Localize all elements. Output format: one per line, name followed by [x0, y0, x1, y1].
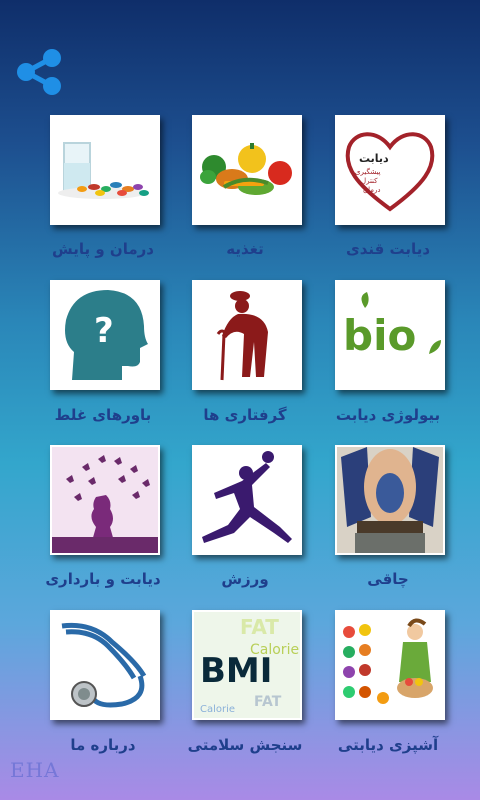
tile-label: درمان و پایش: [52, 240, 154, 258]
tile-label: تغذیه: [226, 240, 264, 258]
obese-man-icon: [337, 447, 443, 553]
elderly-man-icon: [216, 291, 268, 381]
bio-icon: bio: [343, 292, 441, 360]
tile-diabetes[interactable]: دیابت پیشگیری کنترل درمان: [335, 115, 445, 225]
menu-grid: دیابت پیشگیری کنترل درمان دیابت قندی تغذ…: [0, 0, 480, 800]
tile-complications[interactable]: [192, 280, 302, 390]
tile-cooking[interactable]: [335, 610, 445, 720]
tile-misconceptions[interactable]: ?: [50, 280, 160, 390]
tile-obesity[interactable]: [335, 445, 445, 555]
stethoscope-icon: [61, 622, 147, 708]
bmi-icon: FAT Calorie BMI FAT Calorie: [194, 612, 300, 718]
tile-treatment[interactable]: [50, 115, 160, 225]
jumpman-icon: [202, 451, 292, 543]
tile-label: آشپزی دیابتی: [337, 736, 439, 754]
svg-text:bio: bio: [343, 311, 416, 360]
tile-pregnancy[interactable]: [50, 445, 160, 555]
tile-label: دیابت قندی: [345, 240, 431, 258]
tile-nutrition[interactable]: [192, 115, 302, 225]
tile-biology[interactable]: bio: [335, 280, 445, 390]
svg-text:BMI: BMI: [200, 651, 272, 691]
svg-text:درمان: درمان: [363, 186, 381, 194]
tile-label: باورهای غلط: [54, 406, 152, 424]
tile-label: چاقی: [367, 570, 409, 588]
watermark: EHA: [10, 758, 60, 782]
tile-label: گرفتاری ها: [203, 406, 287, 424]
tile-health-measure[interactable]: FAT Calorie BMI FAT Calorie: [192, 610, 302, 720]
head-question-icon: ?: [65, 290, 148, 380]
tile-label: بیولوژی دیابت: [335, 406, 441, 424]
svg-text:کنترل: کنترل: [361, 177, 378, 185]
heart-diabetes-icon: دیابت پیشگیری کنترل درمان: [345, 132, 435, 212]
tile-label: دیابت و بارداری: [45, 570, 161, 588]
svg-text:FAT: FAT: [254, 694, 282, 710]
tile-label: ورزش: [221, 570, 269, 588]
vegetables-icon: [200, 143, 292, 195]
tile-label: سنجش سلامتی: [187, 736, 303, 754]
svg-text:Calorie: Calorie: [200, 704, 235, 715]
svg-text:پیشگیری: پیشگیری: [355, 167, 381, 176]
svg-text:?: ?: [94, 311, 114, 351]
tile-exercise[interactable]: [192, 445, 302, 555]
pills-glass-icon: [58, 142, 149, 199]
svg-text:دیابت: دیابت: [359, 152, 389, 165]
cooking-icon: [343, 618, 433, 704]
svg-text:FAT: FAT: [240, 615, 279, 639]
pregnancy-butterflies-icon: [52, 447, 158, 553]
tile-about[interactable]: [50, 610, 160, 720]
tile-label: درباره ما: [70, 736, 136, 754]
